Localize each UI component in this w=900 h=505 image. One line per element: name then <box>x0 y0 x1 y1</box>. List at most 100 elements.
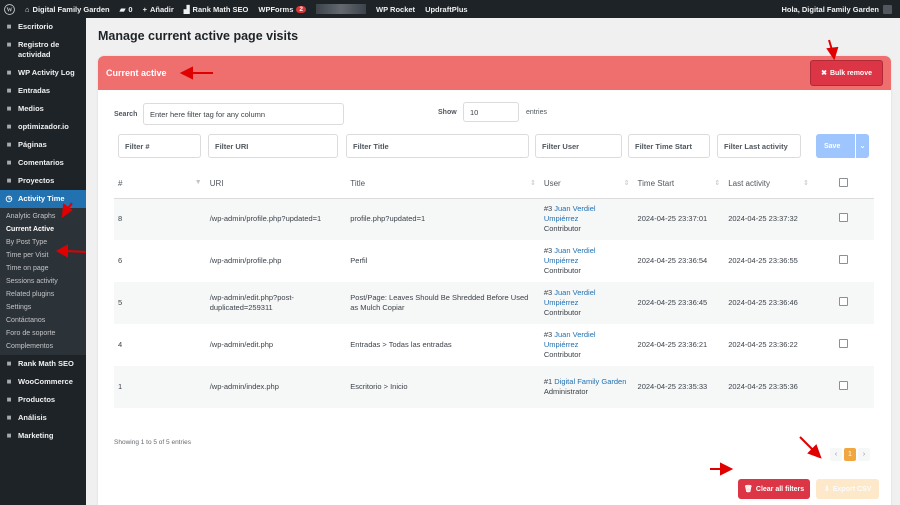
export-csv-button[interactable]: ⬇ Export CSV <box>816 479 880 499</box>
panel-title: Current active <box>106 68 167 78</box>
cell-user: #3 Juan Verdiel Umpiérrez Contributor <box>540 240 634 282</box>
bulk-remove-button[interactable]: ✖ Bulk remove <box>810 60 883 86</box>
sidebar-item-label: Medios <box>18 104 44 113</box>
submenu-item[interactable]: Related plugins <box>0 288 86 301</box>
sidebar-item[interactable]: ■ Análisis <box>0 409 86 427</box>
submenu-item[interactable]: Foro de soporte <box>0 327 86 340</box>
search-input[interactable]: Enter here filter tag for any column <box>143 103 344 125</box>
submenu-item[interactable]: Sessions activity <box>0 275 86 288</box>
filter-time-start-input[interactable]: Filter Time Start <box>628 134 710 158</box>
table-row[interactable]: 5/wp-admin/edit.php?post-duplicated=2593… <box>114 282 874 324</box>
user-id: #3 <box>543 330 553 339</box>
row-checkbox[interactable] <box>838 255 848 264</box>
submenu-item[interactable]: By Post Type <box>0 236 86 249</box>
prev-page-button[interactable]: ‹ <box>830 448 842 461</box>
entries-value: 10 <box>470 107 479 117</box>
sidebar-item[interactable]: ■ Páginas <box>0 136 86 154</box>
submenu-item[interactable]: Complementos <box>0 340 86 353</box>
row-checkbox[interactable] <box>838 213 848 223</box>
user-link[interactable]: Juan Verdiel Umpiérrez <box>544 330 596 349</box>
submenu-item[interactable]: Contáctanos <box>0 314 86 327</box>
filter-num-input[interactable]: Filter # <box>118 134 201 158</box>
table-row[interactable]: 4/wp-admin/edit.php Entradas > Todas las … <box>114 324 874 366</box>
submenu-item[interactable]: Time per Visit <box>0 249 86 262</box>
save-button[interactable]: Save ⌄ <box>816 134 869 158</box>
table-row[interactable]: 1/wp-admin/index.php Escritorio > Inicio #… <box>114 366 874 408</box>
clear-all-filters-button[interactable]: 🗑 Clear all filters <box>738 479 811 499</box>
site-name: Digital Family Garden <box>32 4 110 14</box>
user-link[interactable]: Juan Verdiel Umpiérrez <box>544 246 596 265</box>
next-page-button[interactable]: › <box>858 448 870 461</box>
row-checkbox[interactable] <box>838 297 848 306</box>
filter-user-input[interactable]: Filter User <box>535 134 622 158</box>
entries-label: entries <box>526 109 548 116</box>
column-header-num[interactable]: # ▼ <box>114 170 206 199</box>
rank-math-link[interactable]: ▟ Rank Math SEO <box>184 5 249 14</box>
updraftplus-link[interactable]: UpdraftPlus <box>425 5 468 14</box>
cell-last-activity: 2024-04-25 23:35:36 <box>724 366 813 408</box>
site-name-link[interactable]: ⌂ Digital Family Garden <box>25 5 110 14</box>
user-link[interactable]: Juan Verdiel Umpiérrez <box>544 204 596 223</box>
filter-title-input[interactable]: Filter Title <box>346 134 529 158</box>
entries-select[interactable]: 10 <box>463 102 519 122</box>
cell-num: 1 <box>114 366 206 408</box>
sidebar-item[interactable]: ■ Marketing <box>0 427 86 445</box>
cell-user: #3 Juan Verdiel Umpiérrez Contributor <box>539 198 634 240</box>
user-role: Contributor <box>543 224 581 234</box>
column-header-title[interactable]: Title ⇕ <box>346 170 540 199</box>
submenu-item[interactable]: Analytic Graphs <box>0 210 86 223</box>
chevron-down-icon[interactable]: ⌄ <box>855 134 869 158</box>
sidebar-item[interactable]: ■ Medios <box>0 100 86 118</box>
rank-math-icon: ■ <box>6 359 12 368</box>
column-header-uri[interactable]: URI <box>205 170 347 199</box>
cell-user: #3 Juan Verdiel Umpiérrez Contributor <box>540 324 634 366</box>
filter-last-activity-input[interactable]: Filter Last activity <box>717 134 801 158</box>
comments-link[interactable]: ▰ 0 <box>120 5 133 14</box>
download-icon: ⬇ <box>824 486 830 493</box>
submenu-item[interactable]: Time on page <box>0 262 86 275</box>
add-new-link[interactable]: + Añadir <box>143 5 174 14</box>
sidebar-item[interactable]: ■ WP Activity Log <box>0 64 86 82</box>
column-header-time-start[interactable]: Time Start ⇕ <box>633 170 725 199</box>
column-header-user[interactable]: User ⇕ <box>539 170 634 199</box>
cell-num: 5 <box>114 282 206 324</box>
sort-desc-icon: ▼ <box>194 179 202 187</box>
dashboard-icon: ■ <box>6 22 12 31</box>
filter-placeholder: Filter Time Start <box>635 141 692 151</box>
cell-title: Entradas > Todas las entradas <box>350 340 452 349</box>
sidebar-item[interactable]: ■ Proyectos <box>0 172 86 190</box>
eye-icon: ■ <box>6 68 12 77</box>
sidebar-item-label: Rank Math SEO <box>18 359 74 368</box>
filter-uri-input[interactable]: Filter URI <box>208 134 338 158</box>
sidebar-item[interactable]: ■ WooCommerce <box>0 373 86 391</box>
wordpress-logo-icon[interactable]: W <box>4 3 15 15</box>
updraftplus-label: UpdraftPlus <box>425 4 468 14</box>
sidebar-item-label: Escritorio <box>18 22 54 31</box>
sidebar-item-activity-time[interactable]: ◷ Activity Time <box>0 190 86 208</box>
select-all-checkbox[interactable] <box>838 178 848 188</box>
cell-last-activity: 2024-04-25 23:37:32 <box>724 198 813 240</box>
sidebar-item[interactable]: ■ Comentarios <box>0 154 86 172</box>
submenu-item[interactable]: Current Active <box>0 223 86 236</box>
column-header-last-activity[interactable]: Last activity ⇕ <box>724 170 813 199</box>
sidebar-item[interactable]: ■ Entradas <box>0 82 86 100</box>
my-account-link[interactable]: Hola, Digital Family Garden <box>781 0 892 18</box>
sidebar-item-label: Páginas <box>18 140 47 149</box>
page-button-current[interactable]: 1 <box>844 448 856 461</box>
sidebar-item[interactable]: ■ Registro de actividad <box>0 36 86 64</box>
row-checkbox[interactable] <box>838 339 848 348</box>
filter-placeholder: Filter User <box>542 141 580 151</box>
wpforms-link[interactable]: WPForms 2 <box>258 5 307 14</box>
submenu-item[interactable]: Settings <box>0 301 86 314</box>
sidebar-item[interactable]: ■ Productos <box>0 391 86 409</box>
row-checkbox[interactable] <box>838 381 848 390</box>
user-link[interactable]: Digital Family Garden <box>554 377 626 386</box>
table-row[interactable]: 6/wp-admin/profile.php Perfil #3 Juan Verd… <box>114 240 874 282</box>
sidebar-item[interactable]: ■ optimizador.io <box>0 118 86 136</box>
table-row[interactable]: 8/wp-admin/profile.php?updated=1 profile.… <box>114 198 874 240</box>
wp-rocket-link[interactable]: WP Rocket <box>376 5 415 14</box>
pagination: ‹ 1 › <box>830 448 870 461</box>
user-link[interactable]: Juan Verdiel Umpiérrez <box>544 288 596 307</box>
sidebar-item[interactable]: ■ Escritorio <box>0 18 86 36</box>
sidebar-item[interactable]: ■ Rank Math SEO <box>0 355 86 373</box>
